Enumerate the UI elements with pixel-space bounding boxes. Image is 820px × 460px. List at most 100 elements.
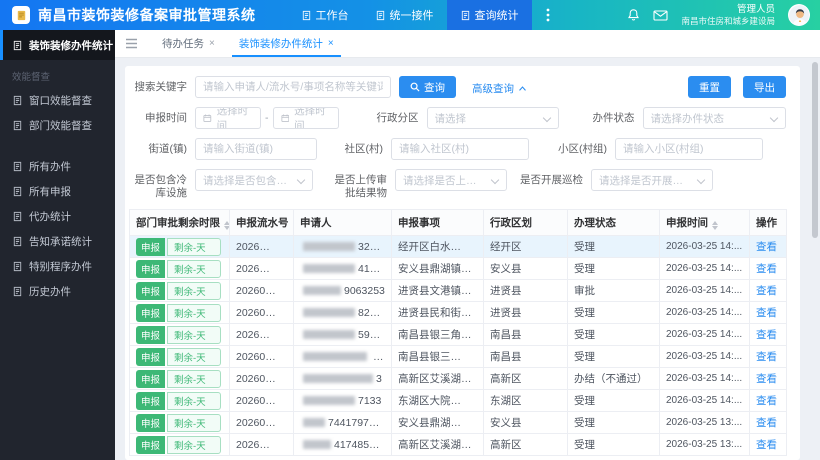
close-icon[interactable]: × bbox=[328, 38, 334, 49]
estate-input[interactable] bbox=[615, 138, 763, 160]
upload-result-label: 是否上传审批结果物 bbox=[334, 174, 388, 200]
item-cell: 安义县鼎湖 bbox=[391, 411, 484, 435]
redacted-applicant bbox=[303, 285, 341, 295]
item-cell: 安义县鼎湖镇 bbox=[391, 257, 484, 281]
calendar-icon bbox=[280, 114, 289, 122]
keyword-input[interactable] bbox=[195, 76, 391, 98]
sort-carets-icon[interactable] bbox=[712, 221, 718, 231]
cold-storage-select[interactable]: 请选择是否包含冷库设施 bbox=[195, 169, 313, 191]
app-logo bbox=[12, 6, 30, 24]
user-avatar[interactable] bbox=[788, 4, 810, 26]
item-cell: 进贤县民和街 bbox=[391, 301, 484, 325]
district-cell: 南昌县 bbox=[483, 345, 568, 369]
top-nav: 工作台 统一接件 查询统计 bbox=[288, 0, 564, 30]
applicant-cell: 32061 bbox=[293, 235, 392, 259]
sidebar-item[interactable]: 特别程序办件 bbox=[0, 254, 115, 279]
tab-todo-tasks[interactable]: 待办任务 × bbox=[150, 30, 227, 57]
action-cell: 查看 bbox=[749, 257, 787, 281]
time-cell: 2026-03-25 14:... bbox=[659, 301, 750, 325]
district-select[interactable]: 请选择 bbox=[426, 107, 559, 129]
upload-result-select[interactable]: 请选择是否上传审批结果物 bbox=[395, 169, 507, 191]
search-button[interactable]: 查询 bbox=[399, 76, 456, 98]
nav-item-intake[interactable]: 统一接件 bbox=[362, 0, 447, 30]
table-row: 申报 剩余-天 20260 74417979929 安义县鼎湖 安义县 受理 2… bbox=[129, 411, 787, 435]
redacted-applicant bbox=[303, 307, 355, 317]
view-link[interactable]: 查看 bbox=[756, 395, 777, 407]
document-icon bbox=[13, 186, 22, 197]
start-date-picker[interactable]: 选择时间 bbox=[195, 107, 261, 129]
item-text: 经开区白水 bbox=[398, 241, 451, 254]
tab-label: 装饰装修办件统计 bbox=[238, 38, 323, 50]
col-applicant: 申请人 bbox=[293, 209, 392, 237]
table-row: 申报 剩余-天 20260 3 高新区艾溪湖 高新区 办结（不通过） 2026-… bbox=[129, 367, 787, 391]
end-date-picker[interactable]: 选择时间 bbox=[272, 107, 339, 129]
tab-decoration-stats[interactable]: 装饰装修办件统计 × bbox=[227, 30, 346, 57]
street-input[interactable] bbox=[195, 138, 317, 160]
status-cell: 受理 bbox=[567, 235, 660, 259]
sidebar-item[interactable]: 窗口效能督查 bbox=[0, 88, 115, 113]
cold-storage-placeholder: 请选择是否包含冷库设施 bbox=[203, 174, 292, 187]
status-select[interactable]: 请选择办件状态 bbox=[642, 107, 786, 129]
serial-prefix: 20260 bbox=[236, 306, 266, 319]
sidebar-item[interactable]: 代办统计 bbox=[0, 204, 115, 229]
sidebar-item[interactable]: 所有办件 bbox=[0, 154, 115, 179]
view-link[interactable]: 查看 bbox=[756, 417, 777, 429]
view-link[interactable]: 查看 bbox=[756, 439, 777, 451]
applicant-cell: 41513 bbox=[293, 257, 392, 281]
document-icon bbox=[302, 10, 310, 20]
applicant-suffix: 74417979929 bbox=[328, 416, 392, 429]
action-cell: 查看 bbox=[749, 279, 787, 303]
sidebar-item[interactable]: 所有申报 bbox=[0, 179, 115, 204]
community-input[interactable] bbox=[391, 138, 529, 160]
view-link[interactable]: 查看 bbox=[756, 373, 777, 385]
item-text: 东湖区大院 bbox=[398, 395, 451, 408]
nav-item-workbench[interactable]: 工作台 bbox=[288, 0, 362, 30]
view-link[interactable]: 查看 bbox=[756, 241, 777, 253]
redacted-applicant bbox=[303, 263, 355, 273]
scrollbar-thumb[interactable] bbox=[812, 62, 818, 238]
export-button[interactable]: 导出 bbox=[743, 76, 786, 98]
filter-row-location: 街道(镇) 社区(村) 小区(村组) bbox=[129, 138, 786, 160]
district-cell: 高新区 bbox=[483, 433, 568, 457]
remaining-days-badge: 剩余-天 bbox=[167, 237, 222, 256]
action-cell: 查看 bbox=[749, 433, 787, 457]
bell-icon[interactable] bbox=[627, 8, 640, 22]
declare-badge: 申报 bbox=[136, 391, 166, 410]
view-link[interactable]: 查看 bbox=[756, 263, 777, 275]
sidebar-item[interactable]: 部门效能督查 bbox=[0, 113, 115, 138]
inspection-select[interactable]: 请选择是否开展巡检 bbox=[591, 169, 713, 191]
advanced-search-link[interactable]: 高级查询 bbox=[472, 76, 527, 96]
serial-prefix: 20260 bbox=[236, 350, 266, 363]
nav-more-button[interactable] bbox=[532, 0, 564, 30]
declare-badge: 申报 bbox=[136, 413, 166, 432]
view-link[interactable]: 查看 bbox=[756, 307, 777, 319]
item-cell: 东湖区大院 bbox=[391, 389, 484, 413]
col-label: 申报时间 bbox=[666, 217, 708, 230]
close-icon[interactable]: × bbox=[209, 38, 215, 49]
sidebar-item-decoration-stats[interactable]: 装饰装修办件统计 bbox=[0, 30, 115, 60]
table-row: 申报 剩余-天 2026 41513 安义县鼎湖镇 安义县 受理 2026-03… bbox=[129, 257, 787, 281]
chevron-up-icon bbox=[519, 86, 526, 91]
table-row: 申报 剩余-天 20260 821145 进贤县民和街 进贤县 受理 2026-… bbox=[129, 301, 787, 325]
applicant-suffix: 3 bbox=[376, 372, 382, 385]
view-link[interactable]: 查看 bbox=[756, 329, 777, 341]
estate-label: 小区(村组) bbox=[558, 143, 607, 155]
sidebar-item[interactable]: 历史办件 bbox=[0, 279, 115, 304]
applicant-cell: 74417979929 bbox=[293, 411, 392, 435]
serial-prefix: 2026 bbox=[236, 328, 260, 341]
menu-icon[interactable] bbox=[125, 38, 138, 49]
serial-cell: 2026 bbox=[229, 323, 294, 347]
applicant-suffix: 41513 bbox=[358, 262, 388, 275]
inspection-placeholder: 请选择是否开展巡检 bbox=[599, 174, 692, 187]
sort-carets-icon[interactable] bbox=[224, 221, 229, 231]
col-district: 行政区划 bbox=[483, 209, 568, 237]
document-icon bbox=[13, 95, 22, 106]
view-link[interactable]: 查看 bbox=[756, 351, 777, 363]
sidebar-item[interactable]: 告知承诺统计 bbox=[0, 229, 115, 254]
reset-button[interactable]: 重置 bbox=[688, 76, 731, 98]
view-link[interactable]: 查看 bbox=[756, 285, 777, 297]
remaining-days-badge: 剩余-天 bbox=[167, 325, 222, 344]
item-cell: 南昌县银三 bbox=[391, 345, 484, 369]
nav-item-query-stats[interactable]: 查询统计 bbox=[446, 0, 532, 30]
mail-icon[interactable] bbox=[653, 9, 669, 21]
